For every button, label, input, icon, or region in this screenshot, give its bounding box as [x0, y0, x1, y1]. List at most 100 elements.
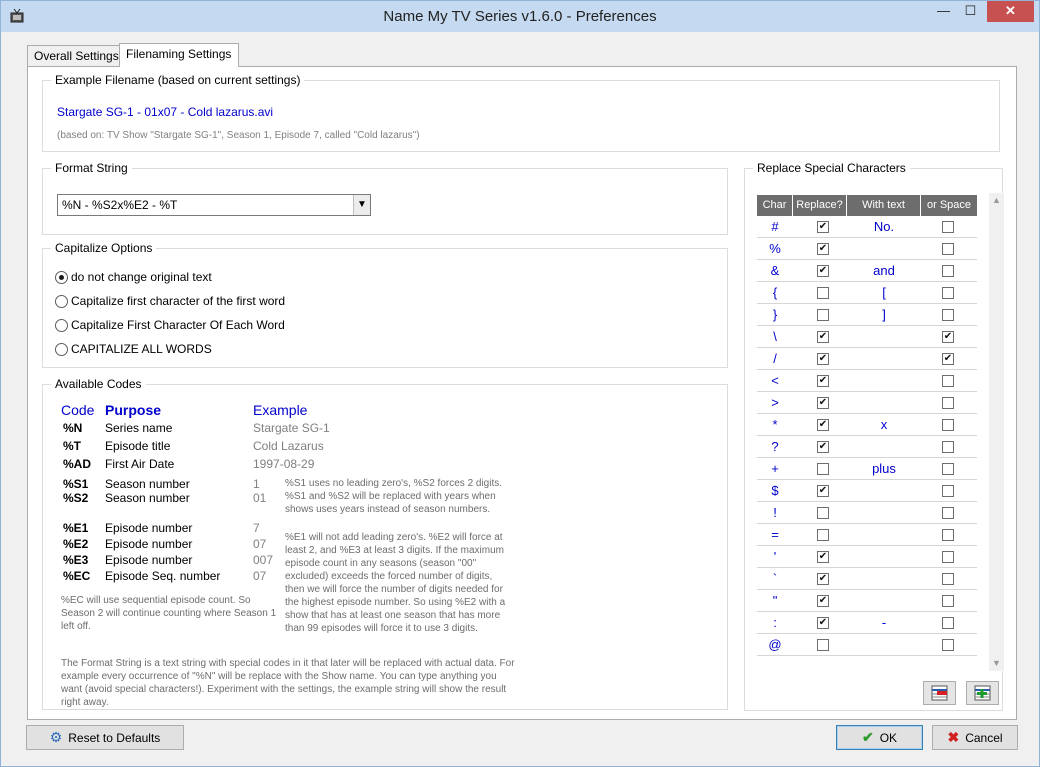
radio-selected[interactable] [55, 270, 68, 284]
replace-checkbox[interactable]: ✔ [817, 617, 829, 629]
space-checkbox[interactable] [942, 485, 954, 497]
space-checkbox[interactable]: ✔ [942, 331, 954, 343]
space-checkbox[interactable] [942, 221, 954, 233]
space-checkbox[interactable] [942, 617, 954, 629]
with-text-cell[interactable]: - [847, 612, 921, 634]
space-checkbox[interactable] [942, 265, 954, 277]
with-text-cell[interactable]: ] [847, 304, 921, 326]
tab-filenaming-settings[interactable]: Filenaming Settings [119, 43, 239, 67]
char-cell[interactable]: } [757, 304, 793, 326]
replace-checkbox[interactable]: ✔ [817, 375, 829, 387]
char-cell[interactable]: * [757, 414, 793, 436]
space-checkbox[interactable] [942, 441, 954, 453]
table-row[interactable]: = [757, 524, 977, 546]
with-text-cell[interactable] [847, 590, 921, 612]
space-checkbox[interactable] [942, 463, 954, 475]
table-row[interactable]: ? ✔ [757, 436, 977, 458]
char-cell[interactable]: @ [757, 634, 793, 656]
capitalize-option-none[interactable]: do not change original text [55, 268, 212, 286]
radio-unselected[interactable] [55, 342, 68, 356]
with-text-cell[interactable] [847, 348, 921, 370]
char-cell[interactable]: { [757, 282, 793, 304]
char-cell[interactable]: = [757, 524, 793, 546]
space-checkbox[interactable]: ✔ [942, 353, 954, 365]
char-cell[interactable]: # [757, 216, 793, 238]
with-text-cell[interactable] [847, 502, 921, 524]
space-checkbox[interactable] [942, 419, 954, 431]
table-row[interactable]: # ✔ No. [757, 216, 977, 238]
tab-overall-settings[interactable]: Overall Settings [27, 45, 120, 67]
table-row[interactable]: $ ✔ [757, 480, 977, 502]
capitalize-option-all-caps[interactable]: CAPITALIZE ALL WORDS [55, 340, 212, 358]
replace-checkbox[interactable]: ✔ [817, 485, 829, 497]
table-row[interactable]: ' ✔ [757, 546, 977, 568]
with-text-cell[interactable]: plus [847, 458, 921, 480]
replace-checkbox[interactable]: ✔ [817, 573, 829, 585]
char-cell[interactable]: < [757, 370, 793, 392]
table-row[interactable]: + plus [757, 458, 977, 480]
space-checkbox[interactable] [942, 375, 954, 387]
radio-unselected[interactable] [55, 318, 68, 332]
capitalize-option-first-word[interactable]: Capitalize first character of the first … [55, 292, 285, 310]
space-checkbox[interactable] [942, 243, 954, 255]
with-text-cell[interactable] [847, 326, 921, 348]
table-row[interactable]: & ✔ and [757, 260, 977, 282]
minimize-button[interactable]: — [930, 1, 957, 22]
char-cell[interactable]: : [757, 612, 793, 634]
reset-to-defaults-button[interactable]: ⚙ Reset to Defaults [26, 725, 184, 750]
replace-checkbox[interactable]: ✔ [817, 243, 829, 255]
replace-checkbox[interactable] [817, 287, 829, 299]
space-checkbox[interactable] [942, 397, 954, 409]
table-row[interactable]: > ✔ [757, 392, 977, 414]
replace-checkbox[interactable]: ✔ [817, 353, 829, 365]
scroll-up-icon[interactable]: ▲ [989, 193, 1004, 208]
char-cell[interactable]: $ [757, 480, 793, 502]
space-checkbox[interactable] [942, 573, 954, 585]
table-row[interactable]: : ✔ - [757, 612, 977, 634]
char-cell[interactable]: + [757, 458, 793, 480]
table-row[interactable]: ` ✔ [757, 568, 977, 590]
with-text-cell[interactable] [847, 392, 921, 414]
format-string-combo[interactable]: %N - %S2x%E2 - %T ▼ [57, 194, 371, 216]
replace-checkbox[interactable] [817, 507, 829, 519]
char-cell[interactable]: / [757, 348, 793, 370]
with-text-cell[interactable] [847, 238, 921, 260]
table-row[interactable]: % ✔ [757, 238, 977, 260]
space-checkbox[interactable] [942, 595, 954, 607]
with-text-cell[interactable]: x [847, 414, 921, 436]
char-cell[interactable]: \ [757, 326, 793, 348]
table-row[interactable]: < ✔ [757, 370, 977, 392]
char-cell[interactable]: > [757, 392, 793, 414]
replace-checkbox[interactable]: ✔ [817, 265, 829, 277]
table-row[interactable]: \ ✔ ✔ [757, 326, 977, 348]
chevron-down-icon[interactable]: ▼ [353, 195, 370, 215]
with-text-cell[interactable] [847, 480, 921, 502]
cancel-button[interactable]: ✖ Cancel [932, 725, 1018, 750]
with-text-cell[interactable] [847, 524, 921, 546]
char-cell[interactable]: ' [757, 546, 793, 568]
capitalize-option-each-word[interactable]: Capitalize First Character Of Each Word [55, 316, 285, 334]
replace-table-scrollbar[interactable]: ▲ ▼ [989, 193, 1004, 671]
scroll-down-icon[interactable]: ▼ [989, 656, 1004, 671]
table-row[interactable]: }] [757, 304, 977, 326]
space-checkbox[interactable] [942, 551, 954, 563]
table-row[interactable]: {[ [757, 282, 977, 304]
close-button[interactable]: ✕ [987, 1, 1034, 22]
replace-checkbox[interactable] [817, 639, 829, 651]
replace-checkbox[interactable]: ✔ [817, 441, 829, 453]
replace-checkbox[interactable] [817, 309, 829, 321]
table-row[interactable]: ! [757, 502, 977, 524]
char-cell[interactable]: ` [757, 568, 793, 590]
replace-checkbox[interactable]: ✔ [817, 551, 829, 563]
char-cell[interactable]: % [757, 238, 793, 260]
replace-checkbox[interactable]: ✔ [817, 397, 829, 409]
space-checkbox[interactable] [942, 529, 954, 541]
replace-checkbox[interactable] [817, 463, 829, 475]
remove-row-button[interactable] [923, 681, 956, 705]
replace-checkbox[interactable]: ✔ [817, 419, 829, 431]
space-checkbox[interactable] [942, 639, 954, 651]
with-text-cell[interactable] [847, 568, 921, 590]
with-text-cell[interactable] [847, 436, 921, 458]
with-text-cell[interactable] [847, 546, 921, 568]
table-row[interactable]: * ✔ x [757, 414, 977, 436]
